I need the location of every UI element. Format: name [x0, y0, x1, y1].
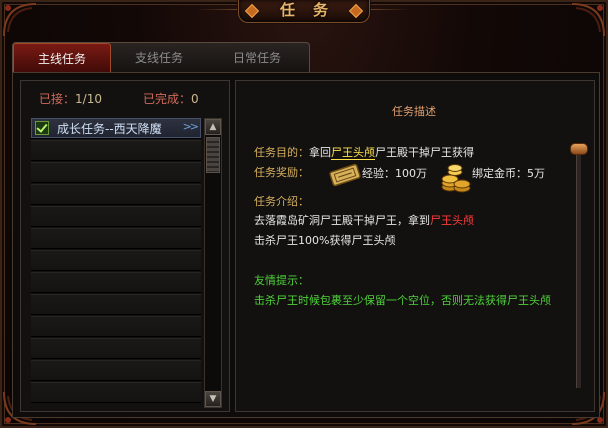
title-divider — [368, 9, 410, 10]
list-item — [31, 316, 201, 337]
detail-scroll-thumb[interactable] — [570, 143, 588, 155]
reward-exp: 经验：100万 — [362, 167, 427, 180]
quest-goal: 任务目的：拿回尸王头颅尸王殿干掉尸王获得 — [254, 144, 474, 160]
corner-ornament-icon — [570, 2, 606, 38]
reward-gold: 绑定金币：5万 — [472, 167, 545, 180]
tab-side-quest[interactable]: 支线任务 — [111, 43, 207, 73]
list-item — [31, 162, 201, 183]
list-item — [31, 184, 201, 205]
quest-list-scrollbar[interactable]: ▲ ▼ — [204, 118, 222, 408]
goal-label: 任务目的： — [254, 146, 309, 159]
intro-line-1: 去落霞岛矿洞尸王殿干掉尸王，拿到尸王头颅 — [254, 212, 474, 228]
quest-window: 任务 主线任务 支线任务 日常任务 已接：1/10 已完成：0 成长任务--西天… — [0, 0, 608, 428]
accepted-label: 已接： — [39, 92, 76, 106]
scroll-thumb[interactable] — [206, 137, 220, 173]
list-item — [31, 360, 201, 381]
goal-prefix: 拿回 — [309, 146, 331, 159]
intro-item-link[interactable]: 尸王头颅 — [430, 214, 474, 227]
completed-value: 0 — [191, 92, 199, 106]
tab-bar: 主线任务 支线任务 日常任务 — [12, 42, 310, 73]
list-item — [31, 250, 201, 271]
list-item — [31, 228, 201, 249]
quest-list: 成长任务--西天降魔 >> — [31, 118, 201, 408]
list-item[interactable]: 成长任务--西天降魔 >> — [31, 118, 201, 139]
gold-coins-icon[interactable] — [441, 160, 471, 194]
detail-header: 任务描述 — [392, 105, 436, 118]
completed-label: 已完成： — [143, 92, 192, 106]
list-item — [31, 140, 201, 161]
list-item — [31, 272, 201, 293]
list-item — [31, 294, 201, 315]
corner-ornament-icon — [2, 2, 38, 38]
title-plaque: 任务 — [238, 0, 370, 23]
tab-main-quest[interactable]: 主线任务 — [13, 43, 111, 73]
accepted-count: 已接：1/10 — [39, 90, 102, 107]
list-item — [31, 206, 201, 227]
intro-line-2: 击杀尸王100%获得尸王头颅 — [254, 234, 396, 247]
tip-label: 友情提示： — [254, 274, 309, 287]
detail-scroll-track[interactable] — [576, 143, 581, 388]
intro-label: 任务介绍： — [254, 195, 309, 208]
tab-daily-quest[interactable]: 日常任务 — [209, 43, 305, 73]
list-item — [31, 382, 201, 403]
ticket-icon[interactable] — [328, 163, 362, 187]
check-icon[interactable] — [35, 121, 49, 135]
quest-name: 成长任务--西天降魔 — [57, 122, 162, 136]
list-item — [31, 338, 201, 359]
accepted-value: 1/10 — [75, 92, 102, 106]
goal-suffix: 尸王殿干掉尸王获得 — [375, 146, 474, 159]
tip-text: 击杀尸王时候包裹至少保留一个空位，否则无法获得尸王头颅 — [254, 294, 551, 307]
goal-item-link[interactable]: 尸王头颅 — [331, 146, 375, 160]
reward-label: 任务奖励： — [254, 166, 309, 179]
scroll-down-icon[interactable]: ▼ — [205, 391, 221, 407]
completed-count: 已完成：0 — [143, 90, 199, 107]
intro-text: 去落霞岛矿洞尸王殿干掉尸王，拿到 — [254, 214, 430, 227]
title-divider — [196, 9, 238, 10]
double-arrow-icon[interactable]: >> — [183, 120, 200, 133]
scroll-up-icon[interactable]: ▲ — [205, 119, 221, 135]
